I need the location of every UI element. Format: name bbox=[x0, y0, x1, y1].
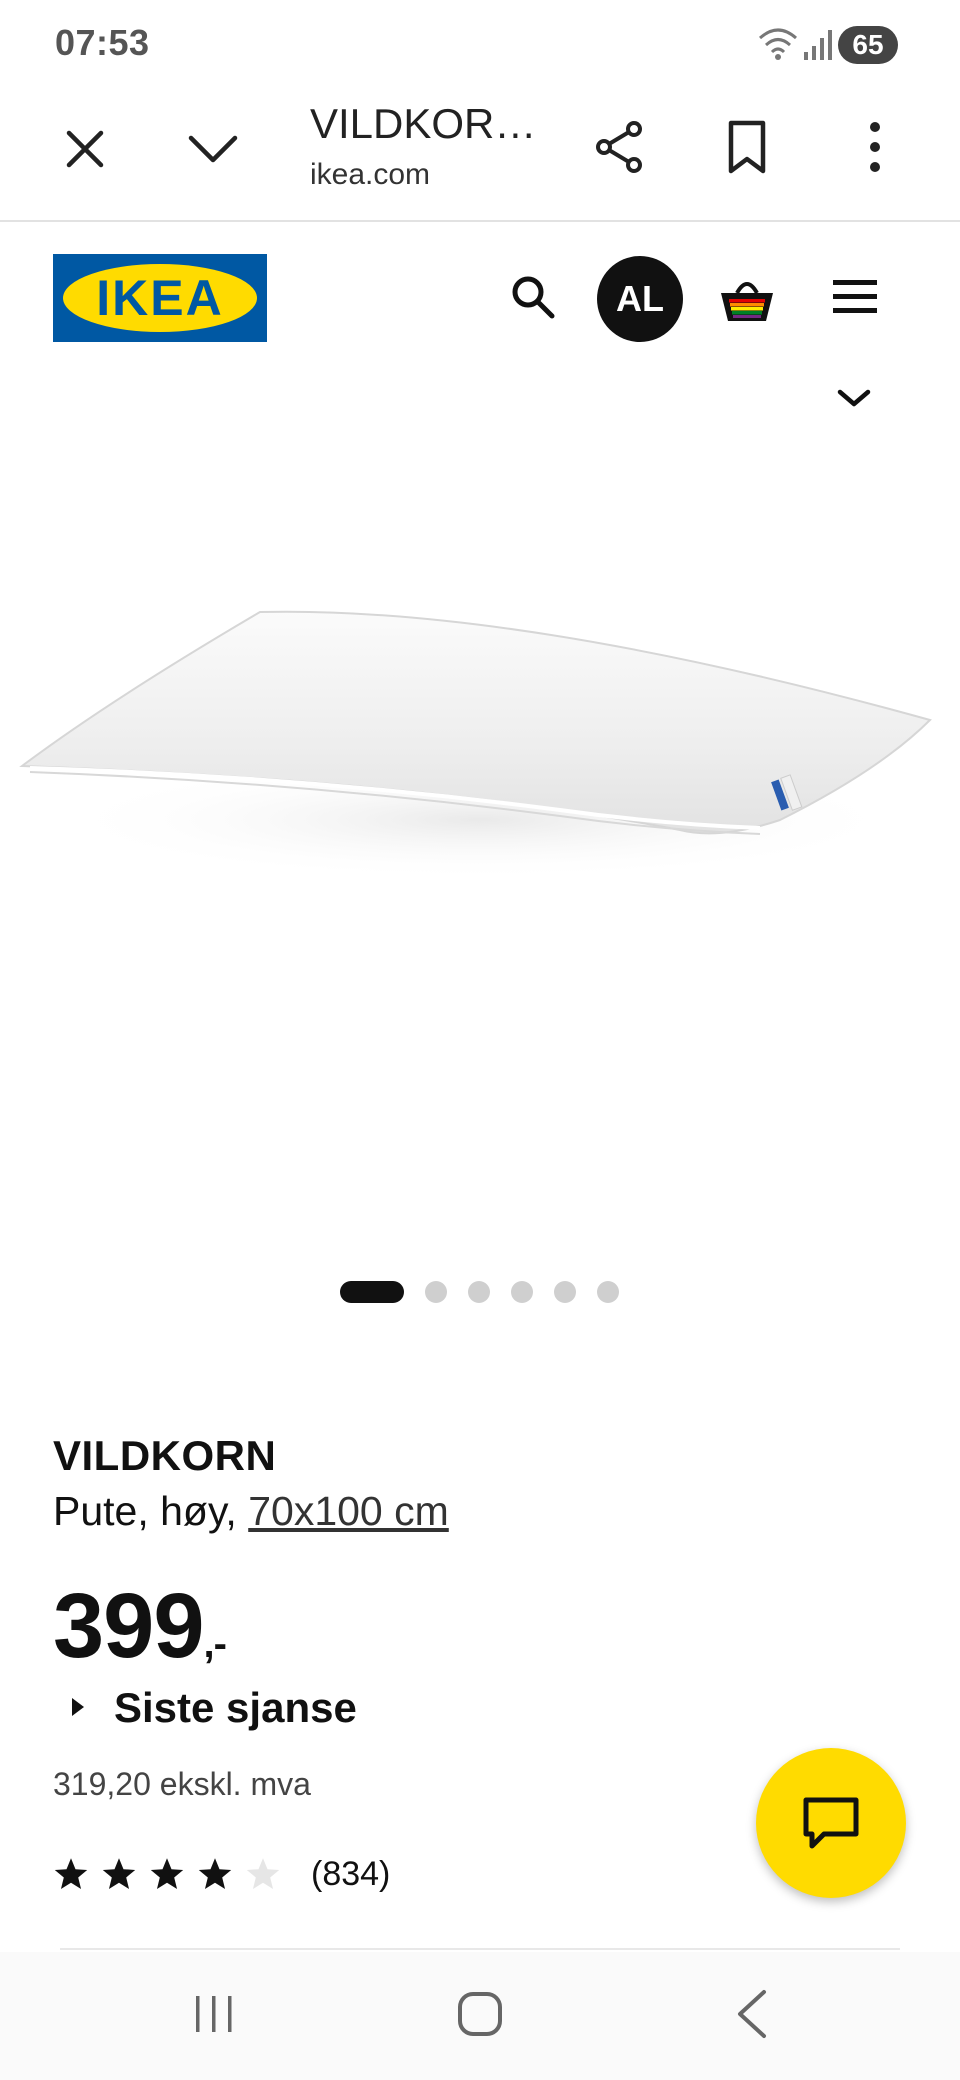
recents-icon[interactable] bbox=[190, 1990, 238, 2038]
star-empty-icon bbox=[246, 1858, 280, 1889]
bookmark-button[interactable] bbox=[712, 112, 782, 182]
minimize-button[interactable] bbox=[178, 114, 248, 184]
last-chance-toggle[interactable]: Siste sjanse bbox=[72, 1684, 357, 1732]
section-divider bbox=[60, 1948, 900, 1950]
hamburger-menu-icon bbox=[833, 280, 877, 313]
carousel-dot[interactable] bbox=[425, 1281, 447, 1303]
more-options-button[interactable] bbox=[840, 112, 910, 182]
product-rating[interactable]: (834) bbox=[53, 1852, 390, 1896]
price-excluding-vat: 319,20 ekskl. mva bbox=[53, 1766, 311, 1802]
chat-icon bbox=[803, 1797, 859, 1849]
battery-indicator: 65 bbox=[838, 26, 898, 64]
carousel-dot-active[interactable] bbox=[340, 1281, 404, 1303]
carousel-dot[interactable] bbox=[511, 1281, 533, 1303]
price-suffix: ,- bbox=[203, 1622, 227, 1666]
carousel-dot[interactable] bbox=[468, 1281, 490, 1303]
search-icon bbox=[512, 276, 555, 319]
share-icon bbox=[596, 121, 642, 173]
review-count: (834) bbox=[311, 1854, 391, 1893]
chevron-down-icon bbox=[188, 135, 238, 163]
star-icon bbox=[102, 1858, 136, 1889]
product-size-link[interactable]: 70x100 cm bbox=[248, 1488, 449, 1534]
basket-icon bbox=[721, 282, 773, 321]
carousel-dot[interactable] bbox=[597, 1281, 619, 1303]
user-avatar[interactable]: AL bbox=[597, 256, 683, 342]
star-icon bbox=[150, 1858, 184, 1889]
close-tab-button[interactable] bbox=[50, 114, 120, 184]
page-title: VILDKOR… bbox=[310, 100, 537, 147]
home-icon[interactable] bbox=[456, 1990, 504, 2038]
ikea-logo[interactable]: IKEA bbox=[53, 254, 267, 342]
main-menu-button[interactable] bbox=[822, 264, 888, 330]
image-carousel-indicator[interactable] bbox=[340, 1280, 640, 1304]
product-name: VILDKORN bbox=[53, 1432, 277, 1479]
back-icon[interactable] bbox=[732, 1988, 772, 2040]
close-icon bbox=[66, 130, 104, 168]
chevron-down-icon[interactable] bbox=[834, 386, 874, 410]
carousel-dot[interactable] bbox=[554, 1281, 576, 1303]
status-time: 07:53 bbox=[55, 22, 150, 63]
share-button[interactable] bbox=[585, 112, 655, 182]
star-icon bbox=[54, 1858, 88, 1889]
more-vert-icon bbox=[870, 122, 880, 172]
product-type: Pute, høy, bbox=[53, 1488, 249, 1534]
caret-right-icon bbox=[72, 1697, 84, 1716]
product-description: Pute, høy, 70x100 cm bbox=[53, 1488, 449, 1535]
price-value: 399 bbox=[53, 1575, 204, 1677]
star-icon bbox=[198, 1858, 232, 1889]
product-image-pillow[interactable] bbox=[0, 420, 960, 1240]
signal-icon bbox=[804, 30, 832, 60]
shopping-basket-button[interactable] bbox=[712, 264, 782, 334]
page-url[interactable]: ikea.com bbox=[310, 158, 430, 192]
last-chance-label: Siste sjanse bbox=[114, 1684, 357, 1731]
search-button[interactable] bbox=[502, 266, 564, 328]
bookmark-icon bbox=[728, 120, 766, 174]
wifi-icon bbox=[759, 28, 797, 60]
product-price: 399,- bbox=[53, 1574, 227, 1679]
chat-button[interactable] bbox=[756, 1748, 906, 1898]
